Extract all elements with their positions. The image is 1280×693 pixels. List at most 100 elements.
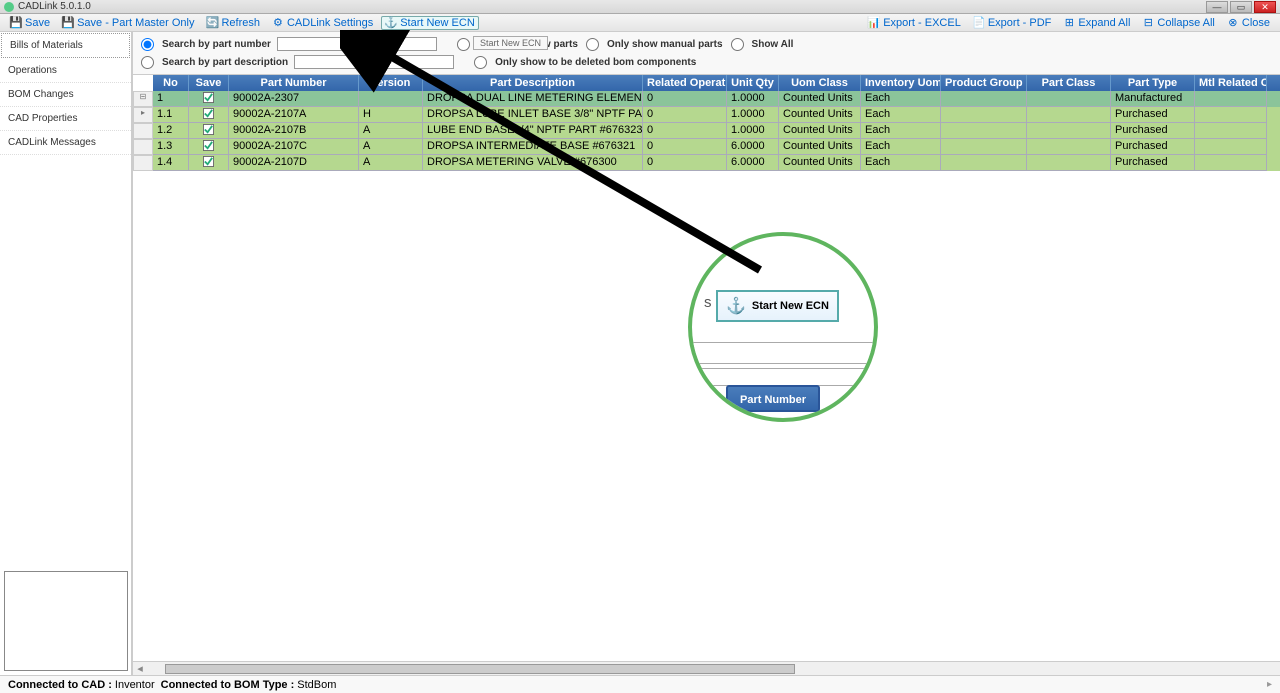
expand-all-button[interactable]: ⊞Expand All [1059, 16, 1134, 30]
col-no[interactable]: No [153, 75, 189, 91]
cell-unit-qty: 1.0000 [727, 107, 779, 123]
cell-unit-qty: 1.0000 [727, 123, 779, 139]
horizontal-scrollbar[interactable]: ◂ [133, 661, 1280, 675]
radio-only-deleted[interactable] [474, 56, 487, 69]
cell-version: A [359, 155, 423, 171]
cell-mtl [1195, 123, 1267, 139]
table-row[interactable]: 1.490002A-2107DADROPSA METERING VALVE #6… [153, 155, 1280, 171]
export-excel-button[interactable]: 📊Export - EXCEL [864, 16, 965, 30]
col-save[interactable]: Save [189, 75, 229, 91]
radio-search-pn[interactable] [141, 38, 154, 51]
save-button[interactable]: 💾Save [6, 16, 54, 30]
table-row[interactable]: 1.390002A-2107CADROPSA INTERMEDIATE BASE… [153, 139, 1280, 155]
refresh-button[interactable]: 🔄Refresh [202, 16, 264, 30]
search-pd-input[interactable] [294, 55, 454, 69]
col-inventory-uom[interactable]: Inventory Uom [861, 75, 941, 91]
close-window-button[interactable]: ✕ [1254, 1, 1276, 13]
cell-part-number: 90002A-2307 [229, 91, 359, 107]
table-row[interactable]: 1.190002A-2107AHDROPSA LUBE INLET BASE 3… [153, 107, 1280, 123]
radio-only-manual[interactable] [586, 38, 599, 51]
start-ecn-label: Start New ECN [400, 17, 475, 29]
filter-bar: Search by part number Only show new part… [133, 32, 1280, 75]
cell-part-number: 90002A-2107B [229, 123, 359, 139]
radio-only-new[interactable] [457, 38, 470, 51]
cell-save-checkbox[interactable] [189, 91, 229, 107]
grid-header: No Save Part Number Version Part Descrip… [153, 75, 1280, 91]
row-gutter[interactable]: ▸ [133, 107, 153, 123]
cell-part-class [1027, 123, 1111, 139]
minimize-button[interactable]: — [1206, 1, 1228, 13]
maximize-button[interactable]: ▭ [1230, 1, 1252, 13]
cell-uom-class: Counted Units [779, 123, 861, 139]
cell-product-group [941, 139, 1027, 155]
row-gutter[interactable]: ⊟ [133, 91, 153, 107]
scrollbar-thumb[interactable] [165, 664, 795, 674]
cell-mtl [1195, 107, 1267, 123]
collapse-all-label: Collapse All [1157, 17, 1214, 29]
expand-all-label: Expand All [1078, 17, 1130, 29]
radio-show-all[interactable] [731, 38, 744, 51]
sidebar-item-cad-properties[interactable]: CAD Properties [0, 107, 131, 131]
cell-description: LUBE END BASE1/4" NPTF PART #676323 [423, 123, 643, 139]
cell-product-group [941, 91, 1027, 107]
col-mtl-related-op[interactable]: Mtl Related Op [1195, 75, 1267, 91]
table-row[interactable]: 1.290002A-2107BALUBE END BASE1/4" NPTF P… [153, 123, 1280, 139]
save-label: Save [25, 17, 50, 29]
save-pmo-button[interactable]: 💾Save - Part Master Only [58, 16, 198, 30]
col-part-number[interactable]: Part Number [229, 75, 359, 91]
row-gutter[interactable] [133, 123, 153, 139]
cell-related-op: 0 [643, 107, 727, 123]
row-gutter[interactable] [133, 155, 153, 171]
close-icon: ⊗ [1227, 17, 1239, 29]
col-version[interactable]: Version [359, 75, 423, 91]
cell-product-group [941, 107, 1027, 123]
cell-no: 1.4 [153, 155, 189, 171]
cell-no: 1.1 [153, 107, 189, 123]
cell-no: 1.2 [153, 123, 189, 139]
radio-search-pd[interactable] [141, 56, 154, 69]
table-row[interactable]: 190002A-2307DROPSA DUAL LINE METERING EL… [153, 91, 1280, 107]
cell-save-checkbox[interactable] [189, 123, 229, 139]
preview-box [4, 571, 128, 671]
main-area: Search by part number Only show new part… [132, 32, 1280, 675]
col-unit-qty[interactable]: Unit Qty [727, 75, 779, 91]
cell-part-class [1027, 155, 1111, 171]
col-related-op[interactable]: Related Operation [643, 75, 727, 91]
col-product-group[interactable]: Product Group [941, 75, 1027, 91]
sidebar-item-operations[interactable]: Operations [0, 59, 131, 83]
sidebar-item-bom[interactable]: Bills of Materials [1, 33, 130, 58]
cell-mtl [1195, 139, 1267, 155]
pdf-icon: 📄 [973, 17, 985, 29]
grid: No Save Part Number Version Part Descrip… [133, 75, 1280, 661]
cell-version: A [359, 139, 423, 155]
cell-save-checkbox[interactable] [189, 139, 229, 155]
col-description[interactable]: Part Description [423, 75, 643, 91]
sidebar-item-bom-changes[interactable]: BOM Changes [0, 83, 131, 107]
collapse-all-button[interactable]: ⊟Collapse All [1138, 16, 1218, 30]
label-search-pn: Search by part number [162, 39, 271, 50]
cell-save-checkbox[interactable] [189, 107, 229, 123]
col-uom-class[interactable]: Uom Class [779, 75, 861, 91]
cell-inventory-uom: Each [861, 155, 941, 171]
start-new-ecn-button[interactable]: ⚓Start New ECN [381, 16, 479, 30]
settings-button[interactable]: ⚙CADLink Settings [268, 16, 377, 30]
close-button[interactable]: ⊗Close [1223, 16, 1274, 30]
export-pdf-button[interactable]: 📄Export - PDF [969, 16, 1056, 30]
cell-description: DROPSA INTERMEDIATE BASE #676321 [423, 139, 643, 155]
search-pn-input[interactable] [277, 37, 437, 51]
status-right-arrow-icon: ▸ [1267, 679, 1272, 690]
cell-related-op: 0 [643, 155, 727, 171]
cell-uom-class: Counted Units [779, 91, 861, 107]
row-gutter[interactable] [133, 139, 153, 155]
col-part-type[interactable]: Part Type [1111, 75, 1195, 91]
cell-version [359, 91, 423, 107]
col-part-class[interactable]: Part Class [1027, 75, 1111, 91]
cell-mtl [1195, 91, 1267, 107]
label-search-pd: Search by part description [162, 57, 288, 68]
cell-part-number: 90002A-2107A [229, 107, 359, 123]
status-bom-label: Connected to BOM Type : [161, 679, 295, 691]
status-cad-value: Inventor [115, 679, 155, 691]
cell-save-checkbox[interactable] [189, 155, 229, 171]
cell-part-type: Purchased [1111, 155, 1195, 171]
sidebar-item-cadlink-messages[interactable]: CADLink Messages [0, 131, 131, 155]
